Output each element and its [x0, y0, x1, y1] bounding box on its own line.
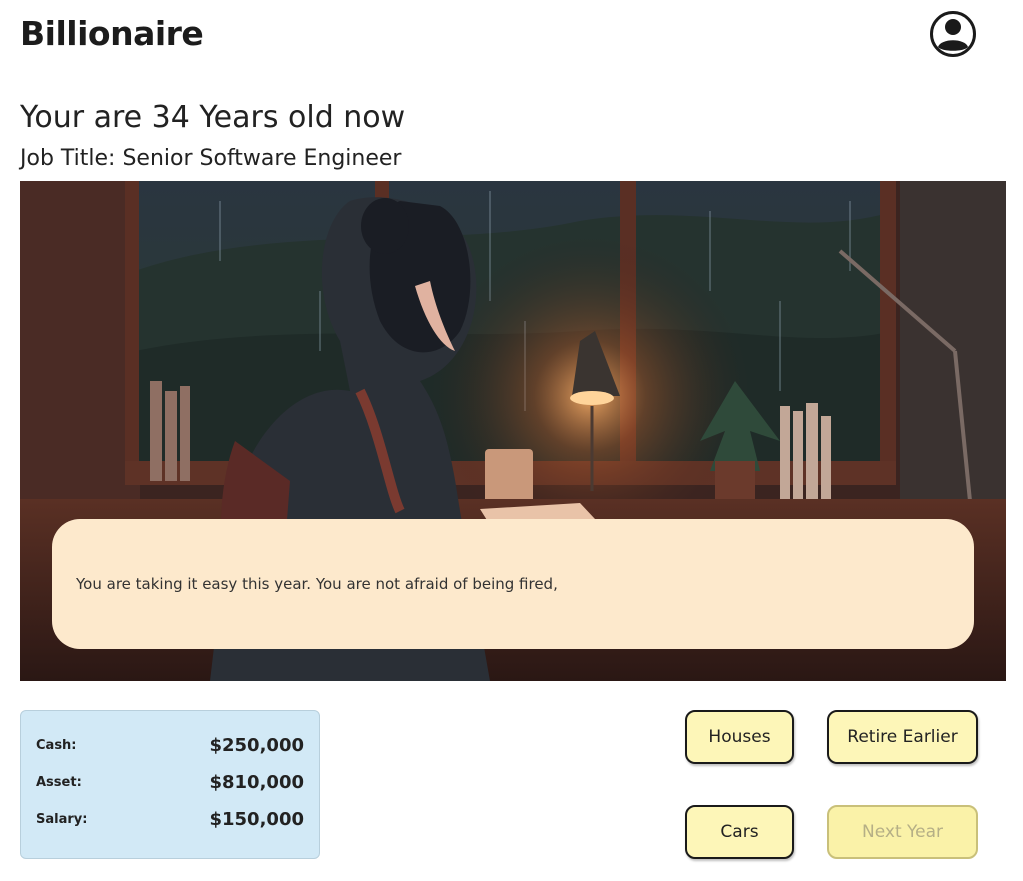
- cash-label: Cash:: [36, 738, 77, 753]
- asset-value: $810,000: [209, 772, 304, 793]
- houses-button[interactable]: Houses: [685, 710, 794, 764]
- user-circle-icon: [930, 11, 976, 57]
- cash-value: $250,000: [209, 735, 304, 756]
- salary-value: $150,000: [209, 809, 304, 830]
- stats-panel: Cash: $250,000 Asset: $810,000 Salary: $…: [20, 710, 320, 859]
- asset-label: Asset:: [36, 775, 82, 790]
- profile-button[interactable]: [929, 10, 977, 58]
- app-title: Billionaire: [20, 14, 204, 53]
- next-year-button[interactable]: Next Year: [827, 805, 978, 859]
- cash-row: Cash: $250,000: [36, 727, 304, 764]
- age-heading: Your are 34 Years old now: [20, 100, 406, 135]
- asset-row: Asset: $810,000: [36, 764, 304, 801]
- cars-button[interactable]: Cars: [685, 805, 794, 859]
- event-message: You are taking it easy this year. You ar…: [52, 519, 974, 649]
- salary-label: Salary:: [36, 812, 88, 827]
- retire-earlier-button[interactable]: Retire Earlier: [827, 710, 978, 764]
- job-title: Job Title: Senior Software Engineer: [20, 146, 402, 171]
- salary-row: Salary: $150,000: [36, 801, 304, 838]
